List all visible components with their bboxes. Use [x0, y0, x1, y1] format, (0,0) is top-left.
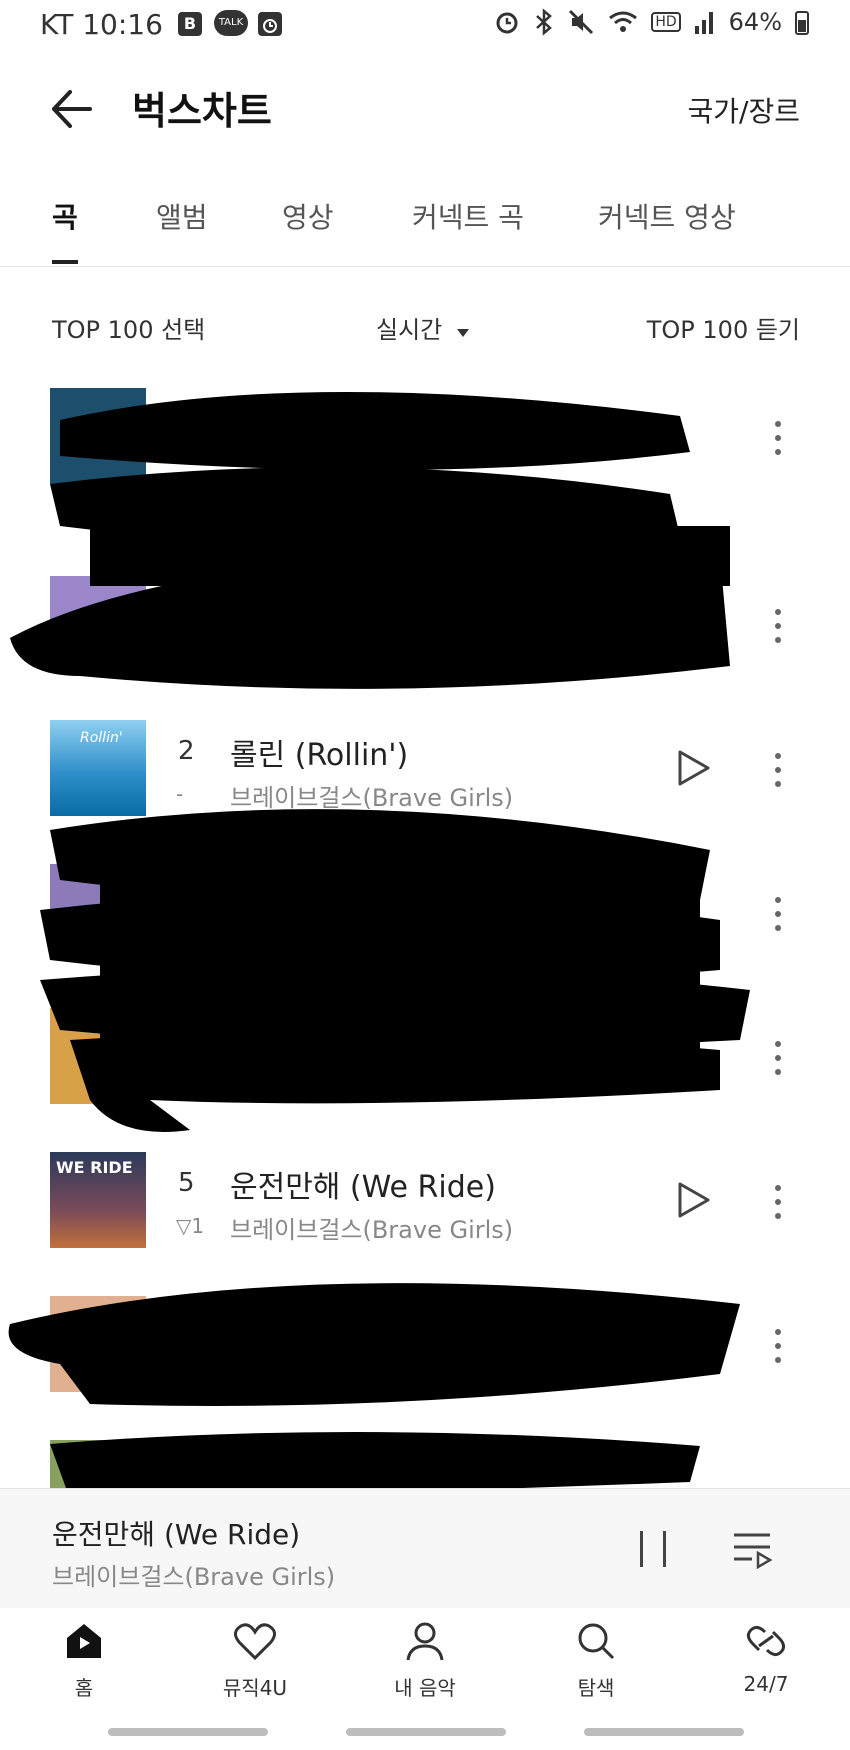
signal-icon: [694, 12, 713, 34]
nav-explore[interactable]: 탐색: [536, 1620, 656, 1701]
tab-connect-songs[interactable]: 커넥트 곡: [412, 196, 524, 236]
country-genre-button[interactable]: 국가/장르: [688, 90, 800, 130]
mute-icon: [569, 9, 594, 35]
play-icon[interactable]: [676, 1180, 712, 1220]
system-nav-bar: [108, 1728, 268, 1736]
tab-songs[interactable]: 곡: [52, 196, 78, 236]
person-icon: [406, 1622, 444, 1661]
hd-icon: HD: [651, 12, 681, 32]
mini-player[interactable]: 운전만해 (We Ride) 브레이브걸스(Brave Girls): [0, 1488, 850, 1609]
caret-down-icon: [456, 329, 469, 337]
rank-number: 2: [178, 736, 195, 766]
song-title: 운전만해 (We Ride): [230, 1170, 496, 1205]
battery-icon: [795, 11, 809, 35]
system-nav-bar: [584, 1728, 744, 1736]
redaction-scribble: [8, 1283, 741, 1406]
redaction-scribble: [40, 809, 750, 1132]
now-playing-artist: 브레이브걸스(Brave Girls): [52, 1563, 336, 1591]
top100-listen-button[interactable]: TOP 100 듣기: [647, 310, 800, 345]
tab-albums[interactable]: 앨범: [156, 196, 208, 236]
playlist-icon[interactable]: [732, 1529, 774, 1569]
bluetooth-icon: [536, 8, 553, 36]
home-icon: [67, 1624, 101, 1658]
song-title: 롤린 (Rollin'): [230, 738, 409, 773]
heart-icon: [234, 1623, 276, 1661]
talk-icon: TALK: [214, 10, 248, 36]
link-icon: [746, 1625, 786, 1657]
redaction-scribble: [10, 391, 730, 689]
nav-music4u[interactable]: 뮤직4U: [195, 1620, 315, 1701]
nav-24-7[interactable]: 24/7: [706, 1620, 826, 1696]
tab-videos[interactable]: 영상: [282, 196, 334, 236]
system-nav-bar: [346, 1728, 506, 1736]
play-icon[interactable]: [676, 748, 712, 788]
tab-connect-videos[interactable]: 커넥트 영상: [598, 196, 736, 236]
rank-change: ▽1: [176, 1214, 205, 1238]
arrow-left-icon: [52, 90, 92, 128]
battery-percent: 64%: [728, 8, 782, 36]
bottom-nav: 홈 뮤직4U 내 음악 탐색 24/7: [0, 1608, 850, 1726]
tab-bar: 곡 앨범 영상 커넥트 곡 커넥트 영상: [0, 186, 850, 267]
search-icon: [578, 1623, 615, 1660]
album-cover: WE RIDE: [50, 1152, 146, 1248]
now-playing-title: 운전만해 (We Ride): [52, 1518, 301, 1551]
carrier-time: KT 10:16: [40, 8, 163, 41]
status-bar: KT 10:16 B TALK HD 64%: [0, 0, 850, 52]
realtime-label: 실시간: [376, 316, 443, 344]
rank-number: 5: [178, 1168, 195, 1198]
wifi-icon: [609, 11, 638, 32]
page-title: 벅스차트: [132, 89, 272, 133]
top100-select-button[interactable]: TOP 100 선택: [52, 310, 205, 345]
status-right: HD 64%: [493, 8, 810, 36]
realtime-dropdown[interactable]: 실시간: [376, 310, 470, 345]
album-cover-text: WE RIDE: [56, 1158, 133, 1177]
alarm-icon: [496, 12, 518, 34]
more-options-icon[interactable]: [770, 750, 786, 790]
b-icon: B: [178, 12, 202, 36]
nav-home[interactable]: 홈: [24, 1620, 144, 1701]
clock-icon: [258, 12, 282, 36]
more-options-icon[interactable]: [770, 1182, 786, 1222]
pause-icon[interactable]: [636, 1527, 670, 1571]
album-cover-text: Rollin': [80, 730, 123, 746]
artist-name[interactable]: 브레이브걸스(Brave Girls): [230, 1210, 513, 1245]
nav-my-music[interactable]: 내 음악: [365, 1620, 485, 1701]
active-tab-indicator: [52, 260, 78, 264]
back-button[interactable]: [46, 84, 102, 134]
